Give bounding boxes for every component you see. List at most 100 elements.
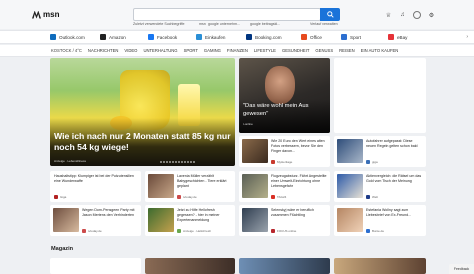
news-headline: Wie 20 Euro den Wert eines alten Fotos v… <box>271 139 325 153</box>
rewards-icon[interactable]: ♕ <box>385 12 392 19</box>
msn-butterfly-icon <box>32 11 41 19</box>
magazine-card[interactable] <box>334 258 426 274</box>
favorite-label: Booking.com <box>255 34 282 40</box>
news-headline: Flugzeugabsturz. Fährt Angestellte einer… <box>271 174 327 188</box>
news-card[interactable]: Haushaltstipp: Klumpiger ist bei der Put… <box>50 171 141 202</box>
facebook-icon <box>148 34 154 40</box>
nav-item[interactable]: LIFESTYLE <box>254 48 276 53</box>
favorite-ebay[interactable]: eBay <box>388 34 407 40</box>
news-source: tvtoday.de <box>183 195 197 199</box>
search-input[interactable] <box>133 8 321 21</box>
news-source: Giga <box>60 195 67 199</box>
source-icon <box>177 229 181 233</box>
amazon-icon <box>100 34 106 40</box>
news-source: giga <box>372 160 378 164</box>
msn-homepage: msn Zuletzt verwendete Suchbegriffe msn … <box>0 0 474 274</box>
suggestion-item[interactable]: google beitragskl... <box>250 22 280 26</box>
favorite-outlook[interactable]: Outlook.com <box>50 34 85 40</box>
nav-item[interactable]: FINANZEN <box>227 48 248 53</box>
news-source: Bunte.de <box>372 229 385 233</box>
news-card[interactable]: Autofahrer aufgepasst: Diese neuen Regel… <box>334 136 426 167</box>
favorite-sport[interactable]: Sport <box>341 34 361 40</box>
carousel-dots[interactable] <box>160 161 195 163</box>
section-title: Magazin <box>51 246 74 252</box>
source-icon <box>54 195 58 199</box>
news-card[interactable]: Estefania Wollny sagt zum Liebesbrief vo… <box>334 205 426 236</box>
nav-item[interactable]: REISEN <box>339 48 355 53</box>
favorite-shopping[interactable]: Einkaufen <box>196 34 225 40</box>
logo-text: msn <box>43 10 60 19</box>
favorite-label: Outlook.com <box>59 34 85 40</box>
notifications-icon[interactable]: ♫ <box>399 12 406 19</box>
news-headline: Selenskyj wäre er beruflich zusammen Flü… <box>271 208 314 217</box>
msn-logo[interactable]: msn <box>32 10 59 19</box>
weather-location[interactable]: KOSTOCK / 4°C <box>51 48 82 53</box>
news-headline: Haushaltstipp: Klumpiger ist bei der Put… <box>54 174 134 183</box>
nav-bar: KOSTOCK / 4°C NACHRICHTEN VIDEO UNTERHAL… <box>0 45 474 57</box>
news-headline: Estefania Wollny sagt zum Liebesbrief vo… <box>366 208 412 217</box>
news-source: TAG24 <box>277 195 287 199</box>
nav-item[interactable]: NACHRICHTEN <box>88 48 118 53</box>
favorite-amazon[interactable]: Amazon <box>100 34 126 40</box>
nav-item[interactable]: GESUNDHEIT <box>282 48 309 53</box>
source-icon <box>366 195 370 199</box>
news-card[interactable]: Jetzt zu Hilfe Hellofresh gegessen? - hi… <box>145 205 235 236</box>
magazine-card[interactable] <box>50 258 141 274</box>
news-card[interactable]: Selenskyj wäre er beruflich zusammen Flü… <box>239 205 330 236</box>
favorites-bar: Outlook.com Amazon Facebook Einkaufen Bo… <box>0 30 474 44</box>
news-thumbnail <box>337 139 363 163</box>
nav-item[interactable]: GENUSS <box>315 48 333 53</box>
favorite-office[interactable]: Office <box>301 34 322 40</box>
nav-item[interactable]: VIDEO <box>124 48 137 53</box>
source-icon <box>82 229 86 233</box>
suggestion-heading: Zuletzt verwendete Suchbegriffe <box>133 22 185 26</box>
news-thumbnail <box>337 174 363 198</box>
booking-icon <box>246 34 252 40</box>
news-card[interactable]: Lavenia Müller verzählt Babygeschichten … <box>145 171 235 202</box>
magazine-card[interactable] <box>145 258 235 274</box>
ad-slot <box>334 58 426 133</box>
favorite-facebook[interactable]: Facebook <box>148 34 177 40</box>
news-card[interactable]: Wegen Dom-Pensgeen Party mit Jason Merte… <box>50 205 141 236</box>
ebay-icon <box>388 34 394 40</box>
nav-item[interactable]: EIN AUTO KAUFEN <box>361 48 399 53</box>
magazine-card[interactable] <box>239 258 330 274</box>
top-story[interactable]: "Das wäre wohl mein Aus gewesen" t-onlin… <box>239 58 330 133</box>
feedback-label: Feedback <box>453 267 470 271</box>
news-source: FOCUS online <box>277 229 297 233</box>
nav-item[interactable]: GAMING <box>204 48 221 53</box>
nav-item[interactable]: UNTERHALTUNG <box>143 48 177 53</box>
nav-item[interactable]: SPORT <box>184 48 198 53</box>
news-thumbnail <box>148 174 174 198</box>
news-card[interactable]: Flugzeugabsturz. Fährt Angestellte einer… <box>239 171 330 202</box>
feedback-button[interactable]: Feedback <box>449 264 474 274</box>
manage-history-link[interactable]: Verlauf verwalten <box>310 22 338 26</box>
news-headline: Jetzt zu Hilfe Hellofresh gegessen? - hi… <box>177 208 220 222</box>
hero-source: Anzeige · Lebensfitness <box>54 159 87 163</box>
chevron-right-icon[interactable]: › <box>466 34 468 40</box>
news-source: Anzeige · HelloFresh <box>183 229 212 233</box>
favorite-label: Amazon <box>109 34 126 40</box>
source-icon <box>366 160 370 164</box>
news-headline: Autofahrer aufgepasst: Diese neuen Regel… <box>366 139 418 148</box>
news-card[interactable]: Aktienvergleich: die Rätsel um das Gold … <box>334 171 426 202</box>
news-source: MyHeritage <box>277 160 293 164</box>
suggestion-item[interactable]: msn <box>199 22 206 26</box>
favorite-label: Facebook <box>157 34 178 40</box>
news-thumbnail <box>242 174 268 198</box>
settings-gear-icon[interactable]: ⚙ <box>428 12 435 19</box>
favorite-booking[interactable]: Booking.com <box>246 34 282 40</box>
source-icon <box>271 229 275 233</box>
news-thumbnail <box>53 208 79 232</box>
search-button[interactable] <box>320 8 340 21</box>
news-source: Welt <box>372 195 378 199</box>
suggestion-item[interactable]: google unternehm... <box>208 22 240 26</box>
hero-story[interactable]: Wie ich nach nur 2 Monaten statt 85 kg n… <box>50 58 235 166</box>
top-bar: msn Zuletzt verwendete Suchbegriffe msn … <box>0 0 474 29</box>
shopping-icon <box>196 34 202 40</box>
source-icon <box>271 195 275 199</box>
news-card[interactable]: Wie 20 Euro den Wert eines alten Fotos v… <box>239 136 330 167</box>
favorite-label: Office <box>310 34 322 40</box>
search-icon <box>326 11 334 18</box>
avatar[interactable] <box>413 11 421 19</box>
